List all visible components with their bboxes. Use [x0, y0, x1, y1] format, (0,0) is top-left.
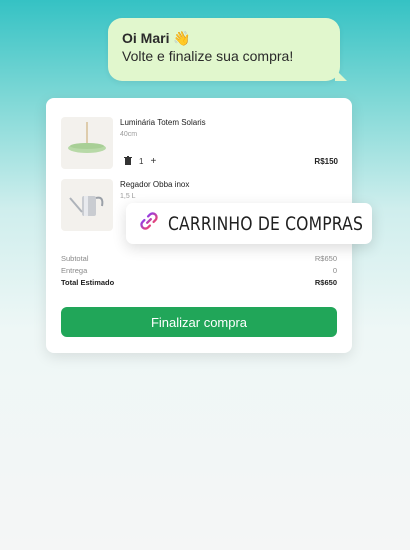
trash-icon[interactable]	[124, 156, 132, 167]
product-image-watering-can[interactable]	[61, 179, 113, 231]
item-price: R$150	[314, 157, 338, 166]
chain-link-icon	[138, 210, 160, 237]
item-variant: 40cm	[120, 131, 138, 138]
chat-bubble: Oi Mari 👋 Volte e finalize sua compra!	[108, 18, 347, 81]
item-variant: 1,5 L	[120, 193, 136, 200]
item-name: Luminária Totem Solaris	[120, 118, 206, 127]
shipping-value: 0	[332, 266, 337, 275]
product-image-lamp[interactable]	[61, 117, 113, 169]
checkout-button[interactable]: Finalizar compra	[61, 307, 337, 337]
lamp-image	[68, 122, 106, 153]
subtotal-label: Subtotal	[61, 254, 89, 263]
subtotal-value: R$650	[314, 254, 337, 263]
quantity-value: 1	[139, 157, 144, 166]
total-row: Total Estimado R$650	[61, 278, 337, 287]
total-value: R$650	[314, 278, 337, 287]
shipping-label: Entrega	[61, 266, 88, 275]
item-name: Regador Obba inox	[120, 180, 190, 189]
watering-can-image	[69, 196, 104, 216]
bubble-greeting: Oi Mari 👋	[122, 30, 191, 46]
quantity-stepper[interactable]: 1 +	[124, 156, 156, 167]
subtotal-row: Subtotal R$650	[61, 254, 337, 263]
total-label: Total Estimado	[61, 278, 115, 287]
plus-icon[interactable]: +	[150, 156, 156, 167]
bubble-message: Volte e finalize sua compra!	[122, 48, 294, 64]
shipping-row: Entrega 0	[61, 266, 337, 275]
tag-label: CARRINHO DE COMPRAS	[168, 212, 364, 235]
shopping-cart-tag: CARRINHO DE COMPRAS	[126, 203, 372, 244]
